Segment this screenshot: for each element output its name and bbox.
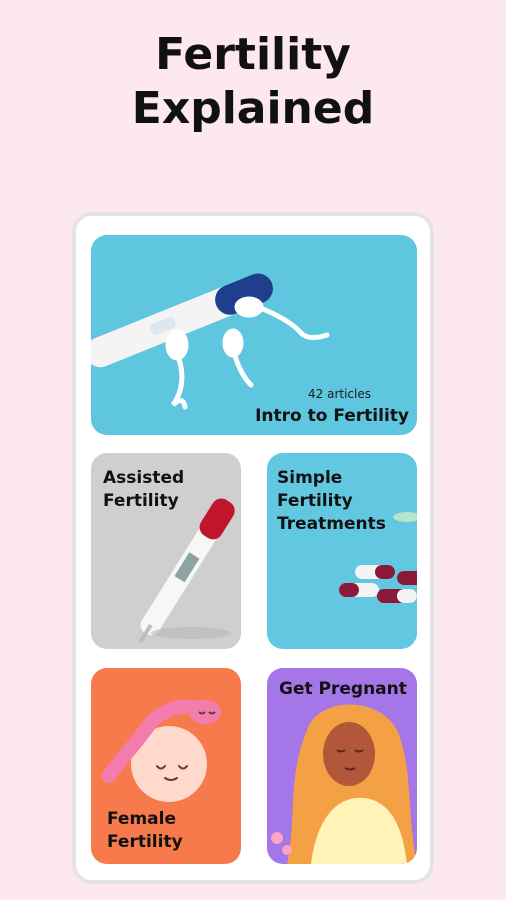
headline-line2: Explained xyxy=(131,83,375,134)
female-title: Female Fertility xyxy=(107,808,183,854)
phone-frame: 42 articles Intro to Fertility Assisted … xyxy=(72,212,434,884)
simple-title-line2: Fertility xyxy=(277,491,353,511)
simple-title-line1: Simple xyxy=(277,468,343,488)
pregnant-title: Get Pregnant xyxy=(279,679,407,699)
page-headline: Fertility Explained xyxy=(0,28,506,136)
headline-line1: Fertility xyxy=(155,29,351,80)
female-title-line1: Female xyxy=(107,809,176,829)
card-get-pregnant[interactable]: Get Pregnant xyxy=(267,668,417,864)
intro-title: Intro to Fertility xyxy=(255,406,409,426)
assisted-title: Assisted Fertility xyxy=(103,467,184,513)
simple-title-line3: Treatments xyxy=(277,514,386,534)
card-simple-fertility-treatments[interactable]: Simple Fertility Treatments xyxy=(267,453,417,649)
intro-article-count: 42 articles xyxy=(308,387,371,401)
female-title-line2: Fertility xyxy=(107,832,183,852)
card-female-fertility[interactable]: Female Fertility xyxy=(91,668,241,864)
assisted-title-line1: Assisted xyxy=(103,468,185,488)
assisted-title-line2: Fertility xyxy=(103,491,179,511)
card-intro-to-fertility[interactable]: 42 articles Intro to Fertility xyxy=(91,235,417,435)
card-assisted-fertility[interactable]: Assisted Fertility xyxy=(91,453,241,649)
simple-title: Simple Fertility Treatments xyxy=(277,467,386,536)
